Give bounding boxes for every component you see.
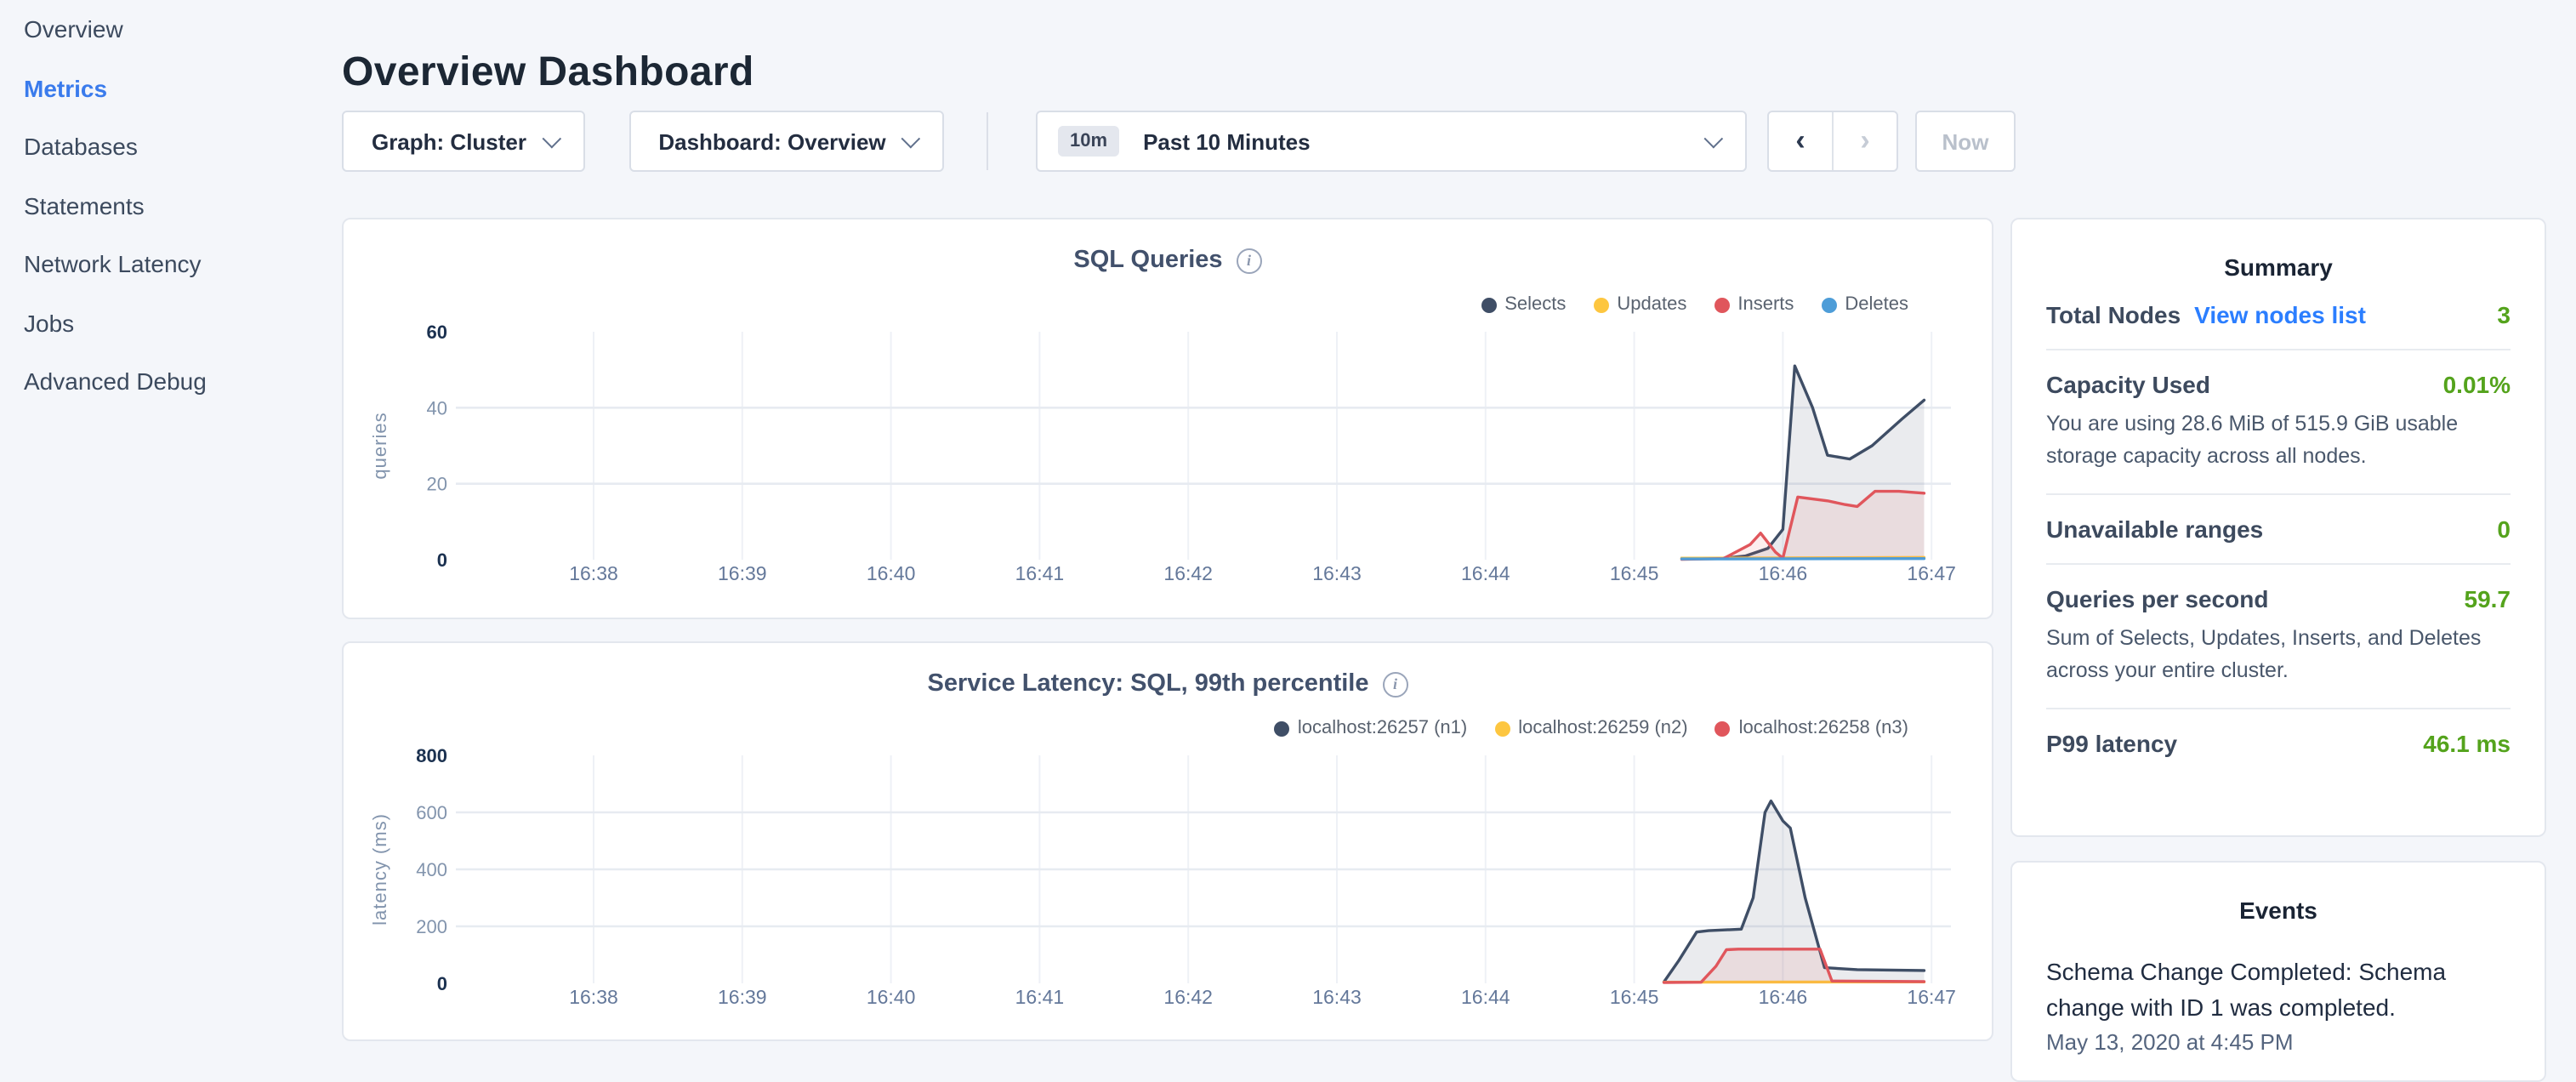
time-range-badge: 10m xyxy=(1058,126,1119,157)
service-latency-chart-card: Service Latency: SQL, 99th percentileilo… xyxy=(342,641,1993,1041)
svg-text:600: 600 xyxy=(416,802,447,823)
svg-text:16:42: 16:42 xyxy=(1163,562,1213,584)
chart-plot[interactable]: 16:38 16:39 16:40 16:41 16:42 16:43 16:44 16:45… xyxy=(344,219,1995,604)
svg-text:60: 60 xyxy=(427,322,447,343)
sidebar-nav-list: OverviewMetricsDatabasesStatementsNetwor… xyxy=(0,0,340,411)
capacity-used-description: You are using 28.6 MiB of 515.9 GiB usab… xyxy=(2046,408,2511,473)
svg-text:queries: queries xyxy=(369,412,390,479)
time-step-buttons: ‹ › xyxy=(1767,111,1898,172)
time-step-forward-button[interactable]: › xyxy=(1834,112,1896,170)
qps-description: Sum of Selects, Updates, Inserts, and De… xyxy=(2046,623,2511,687)
sidebar-item-network-latency[interactable]: Network Latency xyxy=(0,235,340,293)
time-range-label: Past 10 Minutes xyxy=(1143,128,1311,154)
svg-text:200: 200 xyxy=(416,916,447,937)
unavailable-ranges-label: Unavailable ranges xyxy=(2046,515,2263,543)
summary-panel-title: Summary xyxy=(2046,219,2511,281)
svg-text:16:46: 16:46 xyxy=(1759,562,1808,584)
total-nodes-label: Total Nodes xyxy=(2046,301,2181,328)
svg-text:16:41: 16:41 xyxy=(1015,562,1065,584)
dashboard-dropdown[interactable]: Dashboard: Overview xyxy=(629,111,944,172)
sidebar-item-jobs[interactable]: Jobs xyxy=(0,293,340,352)
svg-text:16:38: 16:38 xyxy=(569,562,618,584)
qps-value: 59.7 xyxy=(2465,585,2511,612)
svg-text:16:47: 16:47 xyxy=(1907,986,1956,1008)
dashboard-dropdown-label: Dashboard: Overview xyxy=(658,128,885,154)
summary-row-p99-latency: P99 latency 46.1 ms xyxy=(2046,709,2511,777)
unavailable-ranges-value: 0 xyxy=(2497,515,2511,543)
controls-divider xyxy=(987,112,988,170)
chevron-down-icon xyxy=(1704,129,1724,149)
svg-text:16:42: 16:42 xyxy=(1163,986,1213,1008)
chevron-down-icon xyxy=(901,129,920,149)
summary-row-unavailable-ranges: Unavailable ranges 0 xyxy=(2046,495,2511,565)
svg-text:40: 40 xyxy=(427,397,447,419)
sidebar-item-overview[interactable]: Overview xyxy=(0,0,340,59)
sidebar-item-metrics[interactable]: Metrics xyxy=(0,59,340,117)
svg-text:400: 400 xyxy=(416,859,447,880)
summary-row-capacity: Capacity Used 0.01% You are using 28.6 M… xyxy=(2046,350,2511,495)
graph-scope-dropdown[interactable]: Graph: Cluster xyxy=(342,111,585,172)
svg-text:16:44: 16:44 xyxy=(1461,986,1510,1008)
svg-text:16:45: 16:45 xyxy=(1610,562,1659,584)
events-panel-title: Events xyxy=(2046,863,2511,924)
chevron-down-icon xyxy=(542,129,561,149)
svg-text:16:43: 16:43 xyxy=(1312,562,1362,584)
svg-text:16:40: 16:40 xyxy=(867,986,916,1008)
svg-text:16:43: 16:43 xyxy=(1312,986,1362,1008)
sql-queries-chart-card: SQL QueriesiSelectsUpdatesInsertsDeletes… xyxy=(342,218,1993,619)
capacity-used-value: 0.01% xyxy=(2443,371,2511,398)
graph-scope-dropdown-label: Graph: Cluster xyxy=(372,128,526,154)
chart-plot[interactable]: 16:38 16:39 16:40 16:41 16:42 16:43 16:44 16:45… xyxy=(344,643,1995,1028)
svg-text:16:38: 16:38 xyxy=(569,986,618,1008)
page-title: Overview Dashboard xyxy=(342,48,754,99)
view-nodes-list-link[interactable]: View nodes list xyxy=(2194,301,2366,328)
p99-latency-value: 46.1 ms xyxy=(2423,730,2511,757)
svg-text:0: 0 xyxy=(437,973,447,994)
svg-text:16:44: 16:44 xyxy=(1461,562,1510,584)
qps-label: Queries per second xyxy=(2046,585,2268,612)
sidebar-item-statements[interactable]: Statements xyxy=(0,176,340,235)
svg-text:16:41: 16:41 xyxy=(1015,986,1065,1008)
event-item-text[interactable]: Schema Change Completed: Schema change w… xyxy=(2046,954,2511,1026)
summary-panel: Summary Total Nodes View nodes list 3 Ca… xyxy=(2010,218,2546,837)
svg-text:16:39: 16:39 xyxy=(718,562,767,584)
summary-row-qps: Queries per second 59.7 Sum of Selects, … xyxy=(2046,565,2511,709)
svg-text:800: 800 xyxy=(416,745,447,766)
svg-text:0: 0 xyxy=(437,550,447,571)
events-panel: Events Schema Change Completed: Schema c… xyxy=(2010,861,2546,1082)
total-nodes-value: 3 xyxy=(2497,301,2511,328)
time-now-button[interactable]: Now xyxy=(1915,111,2016,172)
svg-text:16:45: 16:45 xyxy=(1610,986,1659,1008)
svg-text:16:46: 16:46 xyxy=(1759,986,1808,1008)
time-range-selector[interactable]: 10m Past 10 Minutes xyxy=(1036,111,1747,172)
sidebar-item-advanced-debug[interactable]: Advanced Debug xyxy=(0,352,340,411)
svg-text:16:39: 16:39 xyxy=(718,986,767,1008)
svg-text:20: 20 xyxy=(427,474,447,495)
summary-row-total-nodes: Total Nodes View nodes list 3 xyxy=(2046,281,2511,350)
svg-text:16:47: 16:47 xyxy=(1907,562,1956,584)
time-step-back-button[interactable]: ‹ xyxy=(1769,112,1834,170)
svg-text:latency (ms): latency (ms) xyxy=(369,813,390,925)
svg-text:16:40: 16:40 xyxy=(867,562,916,584)
p99-latency-label: P99 latency xyxy=(2046,730,2177,757)
capacity-used-label: Capacity Used xyxy=(2046,371,2210,398)
sidebar-item-databases[interactable]: Databases xyxy=(0,117,340,176)
app-root: OverviewMetricsDatabasesStatementsNetwor… xyxy=(0,0,2576,1051)
sidebar: OverviewMetricsDatabasesStatementsNetwor… xyxy=(0,0,340,1051)
